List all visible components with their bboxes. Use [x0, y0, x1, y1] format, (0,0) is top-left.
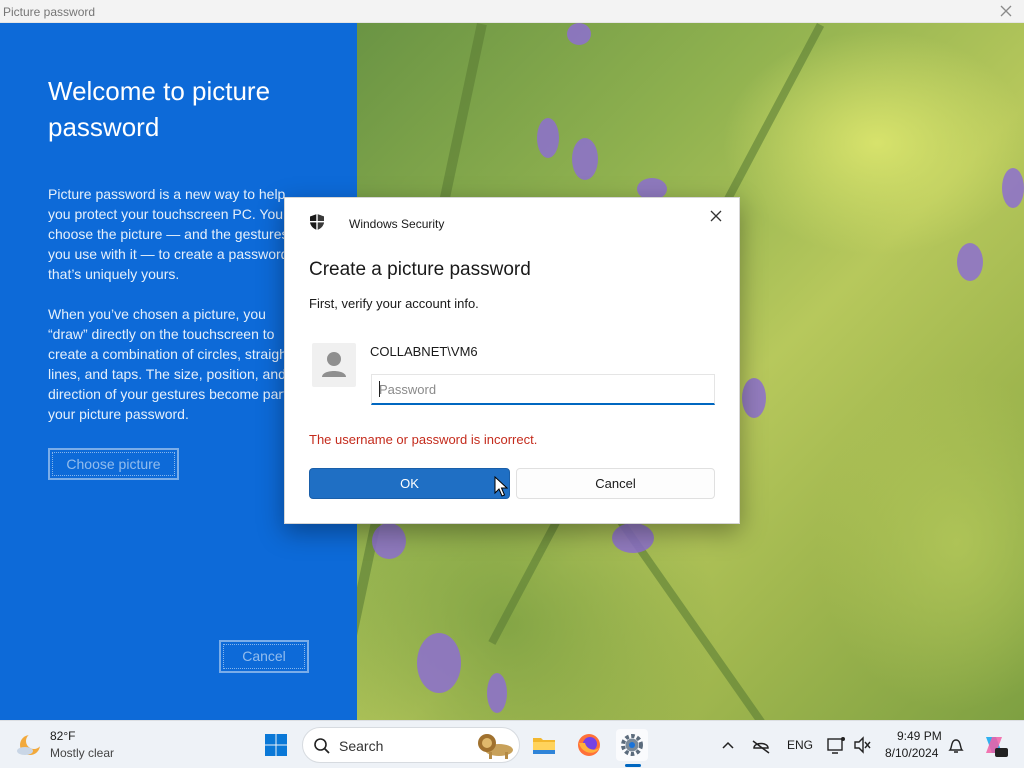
weather-moon-icon[interactable]: [16, 730, 44, 758]
language-indicator[interactable]: ENG: [787, 738, 813, 752]
dialog-app-name: Windows Security: [349, 217, 445, 231]
search-highlight-lion-icon: [478, 734, 513, 759]
active-app-indicator: [625, 764, 641, 767]
title-bar: Picture password: [0, 0, 1024, 23]
ok-button[interactable]: OK: [309, 468, 510, 499]
mouse-cursor-icon: [494, 476, 508, 497]
clock-date[interactable]: 8/10/2024: [885, 746, 938, 760]
settings-taskbar-button[interactable]: [616, 729, 648, 761]
weather-condition: Mostly clear: [50, 746, 115, 760]
account-username: COLLABNET\VM6: [370, 344, 478, 359]
choose-picture-button[interactable]: Choose picture: [48, 448, 179, 480]
dialog-subtitle: First, verify your account info.: [309, 296, 479, 311]
shield-icon: [310, 214, 324, 230]
intro-heading: Welcome to picture password: [48, 76, 271, 142]
settings-icon: [621, 734, 643, 756]
taskbar-search-box[interactable]: Search: [302, 727, 520, 763]
password-input[interactable]: [371, 374, 715, 405]
intro-paragraph-2: When you’ve chosen a picture, you “draw”…: [48, 306, 303, 422]
chevron-up-icon[interactable]: [716, 729, 740, 761]
windows-start-icon[interactable]: [260, 729, 292, 761]
file-explorer-icon[interactable]: [528, 729, 560, 761]
firefox-icon[interactable]: [573, 729, 605, 761]
intro-cancel-button[interactable]: Cancel: [219, 640, 309, 673]
window-title: Picture password: [3, 5, 96, 19]
intro-paragraph-1: Picture password is a new way to help yo…: [48, 186, 289, 282]
windows-security-dialog: Windows Security Create a picture passwo…: [284, 197, 740, 524]
display-icon[interactable]: [824, 729, 848, 761]
search-label: Search: [339, 738, 384, 754]
clock-time[interactable]: 9:49 PM: [897, 729, 942, 743]
dialog-title: Create a picture password: [309, 259, 531, 280]
copilot-icon[interactable]: [978, 729, 1010, 761]
dialog-close-icon[interactable]: [709, 209, 723, 223]
volume-muted-icon[interactable]: [850, 729, 874, 761]
close-icon[interactable]: [998, 3, 1014, 19]
user-icon: [322, 352, 346, 377]
cancel-button[interactable]: Cancel: [516, 468, 715, 499]
taskbar: 82°F Mostly clear Search ENG 9:49 PM 8/1…: [0, 720, 1024, 768]
weather-temperature: 82°F: [50, 729, 76, 743]
search-icon: [314, 738, 330, 754]
network-disconnected-icon[interactable]: [748, 729, 774, 761]
avatar: [312, 343, 356, 387]
text-caret: [379, 381, 380, 397]
error-message: The username or password is incorrect.: [309, 432, 538, 447]
notification-bell-icon[interactable]: [944, 729, 968, 761]
